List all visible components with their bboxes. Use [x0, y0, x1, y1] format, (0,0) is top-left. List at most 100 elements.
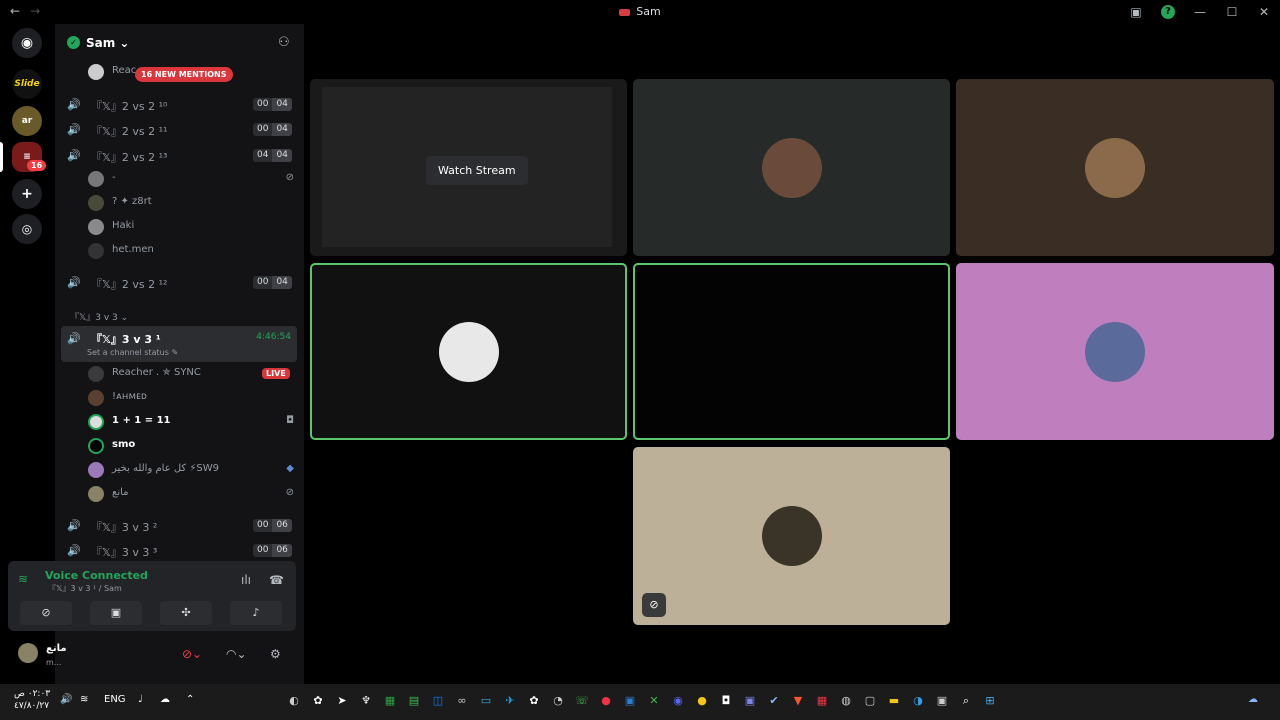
- list-item[interactable]: - ⊘: [84, 169, 294, 189]
- participant-tile[interactable]: [956, 79, 1274, 256]
- server-slide[interactable]: Slide: [12, 69, 42, 99]
- list-item[interactable]: !ᴀʜᴍᴇᴅ: [84, 388, 294, 408]
- app-icon[interactable]: ✿: [522, 691, 546, 711]
- weather-icon[interactable]: ☁: [1248, 694, 1258, 705]
- participant-tile[interactable]: ⊘: [633, 447, 950, 625]
- voice-channel-c2[interactable]: 🔊 『𝕏』3 v 3 ² 00 06: [61, 515, 297, 537]
- server-ar[interactable]: ar: [12, 106, 42, 136]
- window-title: Sam: [636, 5, 661, 18]
- list-item[interactable]: 1 + 1 = 11 ◘: [84, 412, 294, 432]
- participant-tile[interactable]: [956, 263, 1274, 440]
- disconnect-icon[interactable]: ☎: [269, 573, 284, 587]
- list-item[interactable]: مانع ⊘: [84, 484, 294, 504]
- app-icon[interactable]: ▼: [786, 691, 810, 711]
- voice-channel-c13[interactable]: 🔊 『𝕏』2 vs 2 ¹³ 04 04: [61, 145, 297, 167]
- app-icon[interactable]: ✕: [642, 691, 666, 711]
- channel-status[interactable]: Set a channel status ✎: [87, 348, 178, 357]
- app-icon[interactable]: ●: [594, 691, 618, 711]
- guild-header[interactable]: ✓ Sam ⌄ ⚇: [55, 24, 304, 62]
- list-item[interactable]: كل عام والله بخير ⚡SW9 ◆: [84, 460, 294, 480]
- app-icon[interactable]: ◐: [282, 691, 306, 711]
- participant-tile-speaking[interactable]: [310, 263, 627, 440]
- add-server-icon[interactable]: +: [12, 179, 42, 209]
- voice-channel-c10[interactable]: 🔊 『𝕏』2 vs 2 ¹⁰ 00 04: [61, 94, 297, 116]
- voice-channel-name[interactable]: 『𝕏』3 v 3 ¹ / Sam: [48, 583, 122, 594]
- app-icon[interactable]: ▤: [402, 691, 426, 711]
- app-icon[interactable]: ☏: [570, 691, 594, 711]
- category-3v3[interactable]: 『𝕏』3 v 3 ⌄: [70, 310, 128, 323]
- minimize-button[interactable]: —: [1184, 5, 1216, 19]
- chevron-up-icon[interactable]: ⌃: [186, 694, 194, 705]
- game-icon: ◆: [286, 463, 294, 474]
- app-icon[interactable]: ▣: [930, 691, 954, 711]
- list-item[interactable]: ? ✦ z8rt: [84, 193, 294, 213]
- app-icon[interactable]: ▭: [474, 691, 498, 711]
- voice-channel-c11[interactable]: 🔊 『𝕏』2 vs 2 ¹¹ 00 04: [61, 119, 297, 141]
- inbox-icon[interactable]: ▣: [1120, 5, 1152, 19]
- app-icon[interactable]: ∞: [450, 691, 474, 711]
- camera-off-button[interactable]: ⊘: [20, 601, 72, 625]
- voice-channel-c3[interactable]: 🔊 『𝕏』3 v 3 ³ 00 06: [61, 540, 297, 562]
- app-icon[interactable]: ✿: [306, 691, 330, 711]
- speaker-icon: 🔊: [67, 98, 81, 111]
- clock[interactable]: ٠٢:٠٣ ص ٤٧/٨٠/٢٧: [14, 688, 50, 712]
- gear-icon[interactable]: ⚙: [270, 647, 281, 661]
- noise-suppression-icon[interactable]: ılı: [241, 573, 251, 587]
- username: مانع: [46, 643, 67, 654]
- start-icon[interactable]: ⊞: [978, 691, 1002, 711]
- app-icon[interactable]: ▦: [810, 691, 834, 711]
- search-icon[interactable]: ⌕: [954, 691, 978, 711]
- user-limit-badge: 04 04: [253, 149, 292, 162]
- onedrive-icon[interactable]: ☁: [160, 694, 170, 705]
- app-icon[interactable]: ▣: [738, 691, 762, 711]
- app-icon[interactable]: ▣: [618, 691, 642, 711]
- app-icon[interactable]: ✈: [498, 691, 522, 711]
- headset-icon[interactable]: ◠⌄: [226, 647, 247, 661]
- mic-muted-icon[interactable]: ⊘⌄: [182, 647, 202, 661]
- discover-icon[interactable]: ◎: [12, 214, 42, 244]
- screen-share-button[interactable]: ▣: [90, 601, 142, 625]
- app-icon[interactable]: ◘: [714, 691, 738, 711]
- help-button[interactable]: ?: [1161, 5, 1175, 19]
- app-icon[interactable]: ➤: [330, 691, 354, 711]
- voice-channel-c12[interactable]: 🔊 『𝕏』2 vs 2 ¹² 00 04: [61, 272, 297, 294]
- active-server-indicator: [0, 142, 3, 172]
- list-item[interactable]: Haki: [84, 217, 294, 237]
- app-icon[interactable]: ♆: [354, 691, 378, 711]
- mic-icon[interactable]: ♩: [138, 694, 143, 705]
- app-icon[interactable]: ◔: [546, 691, 570, 711]
- app-icon[interactable]: ▦: [378, 691, 402, 711]
- discord-home-icon[interactable]: ◉: [12, 28, 42, 58]
- app-icon[interactable]: ▢: [858, 691, 882, 711]
- close-button[interactable]: ✕: [1248, 5, 1280, 19]
- avatar: [88, 64, 104, 80]
- app-icon[interactable]: ◍: [834, 691, 858, 711]
- language-indicator[interactable]: ENG: [104, 694, 126, 705]
- signal-icon: ≋: [18, 572, 29, 586]
- voice-stage: Watch Stream ⊘: [304, 24, 1280, 684]
- maximize-button[interactable]: ☐: [1216, 5, 1248, 19]
- app-icon[interactable]: ◑: [906, 691, 930, 711]
- wifi-icon[interactable]: ≋: [80, 694, 88, 705]
- new-mentions-pill[interactable]: 16 NEW MENTIONS: [135, 67, 233, 82]
- soundboard-button[interactable]: ♪: [230, 601, 282, 625]
- volume-icon[interactable]: 🔊: [60, 694, 72, 705]
- avatar[interactable]: [18, 643, 38, 663]
- app-icon[interactable]: ✔: [762, 691, 786, 711]
- app-icon[interactable]: ◫: [426, 691, 450, 711]
- voice-channel-active[interactable]: 🔊 『𝕏』3 v 3 ¹ Set a channel status ✎ 4:46…: [61, 326, 297, 362]
- user-limit-badge: 00 04: [253, 98, 292, 111]
- participant-tile[interactable]: [633, 79, 950, 256]
- app-icon[interactable]: ▬: [882, 691, 906, 711]
- invite-icon[interactable]: ⚇: [278, 35, 290, 50]
- activities-button[interactable]: ✣: [160, 601, 212, 625]
- list-item[interactable]: het.men: [84, 241, 294, 261]
- app-icon[interactable]: ◉: [666, 691, 690, 711]
- voice-status[interactable]: Voice Connected: [45, 569, 148, 582]
- watch-stream-button[interactable]: Watch Stream: [426, 156, 528, 185]
- activity-icon: ◘: [286, 415, 294, 426]
- app-icon[interactable]: ●: [690, 691, 714, 711]
- participant-tile-speaking[interactable]: [633, 263, 950, 440]
- list-item[interactable]: smo: [84, 436, 294, 456]
- stream-tile[interactable]: Watch Stream: [310, 79, 627, 256]
